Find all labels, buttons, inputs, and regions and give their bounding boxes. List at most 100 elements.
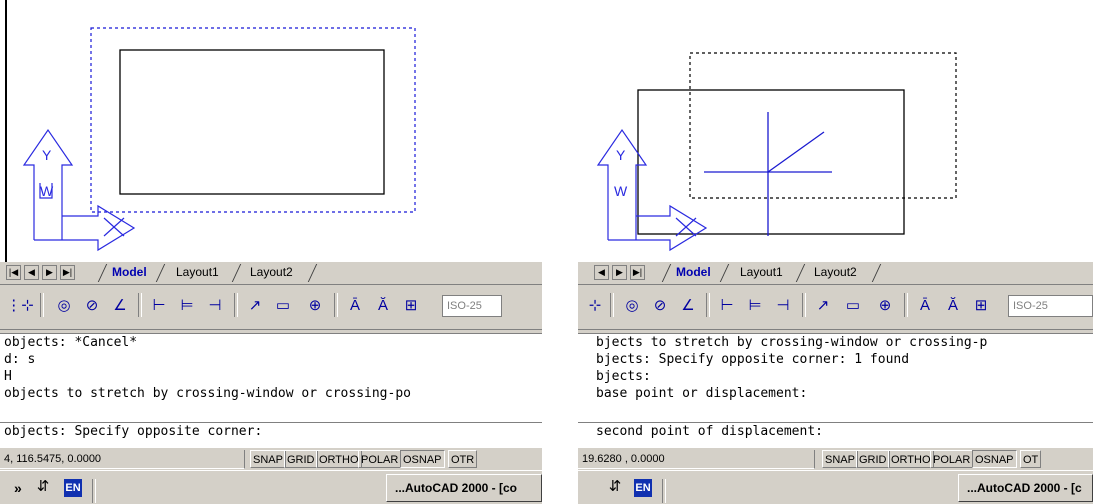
dim-radius-icon[interactable]: ◎ [620, 295, 644, 317]
next-tab-icon[interactable]: ▶ [612, 265, 627, 280]
dim-angular-icon[interactable]: ∠ [108, 295, 132, 317]
ortho-toggle[interactable]: ORTHO [316, 450, 362, 468]
tab-divider [795, 264, 806, 282]
toolbar-divider [706, 293, 710, 317]
dim-edit-icon[interactable]: Ā [342, 295, 368, 317]
dim-style-box[interactable]: ISO-25 [442, 295, 502, 317]
dim-continue-icon[interactable]: ⊣ [202, 295, 228, 317]
toolbar-divider [40, 293, 44, 317]
otrack-toggle[interactable]: OTR [448, 450, 478, 468]
taskbar-divider [92, 479, 96, 503]
dim-update-icon[interactable]: ⊞ [398, 295, 424, 317]
prev-tab-icon[interactable]: ◀ [594, 265, 609, 280]
toolbar-divider [334, 293, 338, 317]
tab-divider [231, 264, 242, 282]
ortho-toggle[interactable]: ORTHO [888, 450, 934, 468]
grid-toggle[interactable]: GRID [856, 450, 890, 468]
command-prompt-line[interactable]: second point of displacement: [578, 422, 1093, 441]
center-mark-icon[interactable]: ⊕ [872, 295, 898, 317]
crosshair-cursor [704, 112, 832, 236]
dim-radius-icon[interactable]: ◎ [52, 295, 76, 317]
dimension-toolbar: ⊹ ◎ ⊘ ∠ ⊢ ⊨ ⊣ ↗ ▭ ⊕ Ā Ă ⊞ ISO-25 [578, 285, 1093, 329]
command-prompt-line[interactable]: objects: Specify opposite corner: [0, 422, 542, 441]
tolerance-icon[interactable]: ▭ [840, 295, 866, 317]
command-window[interactable]: bjects to stretch by crossing-window or … [578, 334, 1093, 446]
dim-continue-icon[interactable]: ⊣ [770, 295, 796, 317]
last-tab-icon[interactable]: ▶| [60, 265, 75, 280]
tab-model[interactable]: Model [670, 262, 717, 282]
tab-divider [307, 264, 318, 282]
snap-toggle[interactable]: SNAP [822, 450, 858, 468]
dim-baseline-icon[interactable]: ⊨ [742, 295, 768, 317]
dim-quick-icon[interactable]: ⊢ [146, 295, 172, 317]
toolbar-divider [138, 293, 142, 317]
autocad-taskbar-button[interactable]: ...AutoCAD 2000 - [co [386, 474, 542, 502]
center-mark-icon[interactable]: ⊕ [302, 295, 328, 317]
language-icon[interactable]: EN [64, 479, 82, 497]
input-method-icon[interactable]: ⇵ [34, 476, 52, 498]
command-history-line: bjects to stretch by crossing-window or … [596, 335, 988, 350]
toolbar-divider [234, 293, 238, 317]
dim-text-edit-icon[interactable]: Ă [940, 295, 966, 317]
last-tab-icon[interactable]: ▶| [630, 265, 645, 280]
tab-divider [871, 264, 882, 282]
rectangle-object[interactable] [119, 49, 385, 195]
ucs-w-label: W [614, 183, 628, 199]
toolbar-divider [904, 293, 908, 317]
status-bar: 19.6280 , 0.0000 SNAP GRID ORTHO POLAR O… [578, 447, 1093, 470]
command-history-line: d: s [4, 352, 36, 367]
dim-quick-icon[interactable]: ⊢ [714, 295, 740, 317]
prev-tab-icon[interactable]: ◀ [24, 265, 39, 280]
tab-layout2[interactable]: Layout2 [808, 262, 863, 282]
toolbar-divider [802, 293, 806, 317]
drawing-canvas[interactable]: Y W [0, 0, 542, 262]
language-icon[interactable]: EN [634, 479, 652, 497]
dim-angular-icon[interactable]: ∠ [676, 295, 700, 317]
drawing-viewport[interactable]: Y W [578, 0, 1093, 262]
snap-toggle[interactable]: SNAP [250, 450, 286, 468]
taskbar-overflow-icon[interactable]: » [14, 480, 22, 496]
polar-toggle[interactable]: POLAR [930, 450, 974, 468]
leader-icon[interactable]: ↗ [242, 295, 268, 317]
command-history-line: H [4, 369, 12, 384]
command-window[interactable]: objects: *Cancel* d: s H objects to stre… [0, 334, 542, 446]
command-history-line: objects: *Cancel* [4, 335, 138, 350]
crossing-selection-window [90, 27, 416, 213]
command-history-line: bjects: [596, 369, 651, 384]
command-history-line: base point or displacement: [596, 386, 808, 401]
dim-diameter-icon[interactable]: ⊘ [80, 295, 104, 317]
grid-toggle[interactable]: GRID [284, 450, 318, 468]
dim-edit-icon[interactable]: Ā [912, 295, 938, 317]
coordinate-readout[interactable]: 4, 116.5475, 0.0000 [0, 450, 245, 469]
otrack-toggle[interactable]: OT [1020, 450, 1042, 468]
ucs-y-label: Y [616, 147, 626, 163]
command-history-line: objects to stretch by crossing-window or… [4, 386, 411, 401]
windows-taskbar: » ⇵ EN ...AutoCAD 2000 - [co [0, 470, 542, 504]
dim-diameter-icon[interactable]: ⊘ [648, 295, 672, 317]
dim-text-edit-icon[interactable]: Ă [370, 295, 396, 317]
input-method-icon[interactable]: ⇵ [606, 476, 624, 498]
next-tab-icon[interactable]: ▶ [42, 265, 57, 280]
coordinate-readout[interactable]: 19.6280 , 0.0000 [578, 450, 815, 469]
rectangle-object[interactable] [637, 89, 905, 235]
first-tab-icon[interactable]: |◀ [6, 265, 21, 280]
osnap-toggle[interactable]: OSNAP [972, 450, 1017, 468]
dim-update-icon[interactable]: ⊞ [968, 295, 994, 317]
dim-baseline-icon[interactable]: ⊨ [174, 295, 200, 317]
tab-layout1[interactable]: Layout1 [170, 262, 225, 282]
drawing-canvas[interactable]: Y W [578, 0, 1093, 262]
tolerance-icon[interactable]: ▭ [270, 295, 296, 317]
drawing-viewport[interactable]: Y W [0, 0, 542, 262]
polar-toggle[interactable]: POLAR [358, 450, 402, 468]
tab-layout1[interactable]: Layout1 [734, 262, 789, 282]
dim-ordinate-icon[interactable]: ⋮⊹ [6, 295, 34, 317]
tab-model[interactable]: Model [106, 262, 153, 282]
autocad-taskbar-button[interactable]: ...AutoCAD 2000 - [c [958, 474, 1093, 502]
right-autocad-window: Y W ◀ ▶ ▶| Model Layout1 Layout2 ⊹ ◎ ⊘ ∠… [578, 0, 1093, 504]
dim-style-box[interactable]: ISO-25 [1008, 295, 1093, 317]
osnap-toggle[interactable]: OSNAP [400, 450, 445, 468]
tab-layout2[interactable]: Layout2 [244, 262, 299, 282]
leader-icon[interactable]: ↗ [810, 295, 836, 317]
dim-ordinate-icon[interactable]: ⊹ [584, 295, 606, 317]
windows-taskbar: ⇵ EN ...AutoCAD 2000 - [c [578, 470, 1093, 504]
